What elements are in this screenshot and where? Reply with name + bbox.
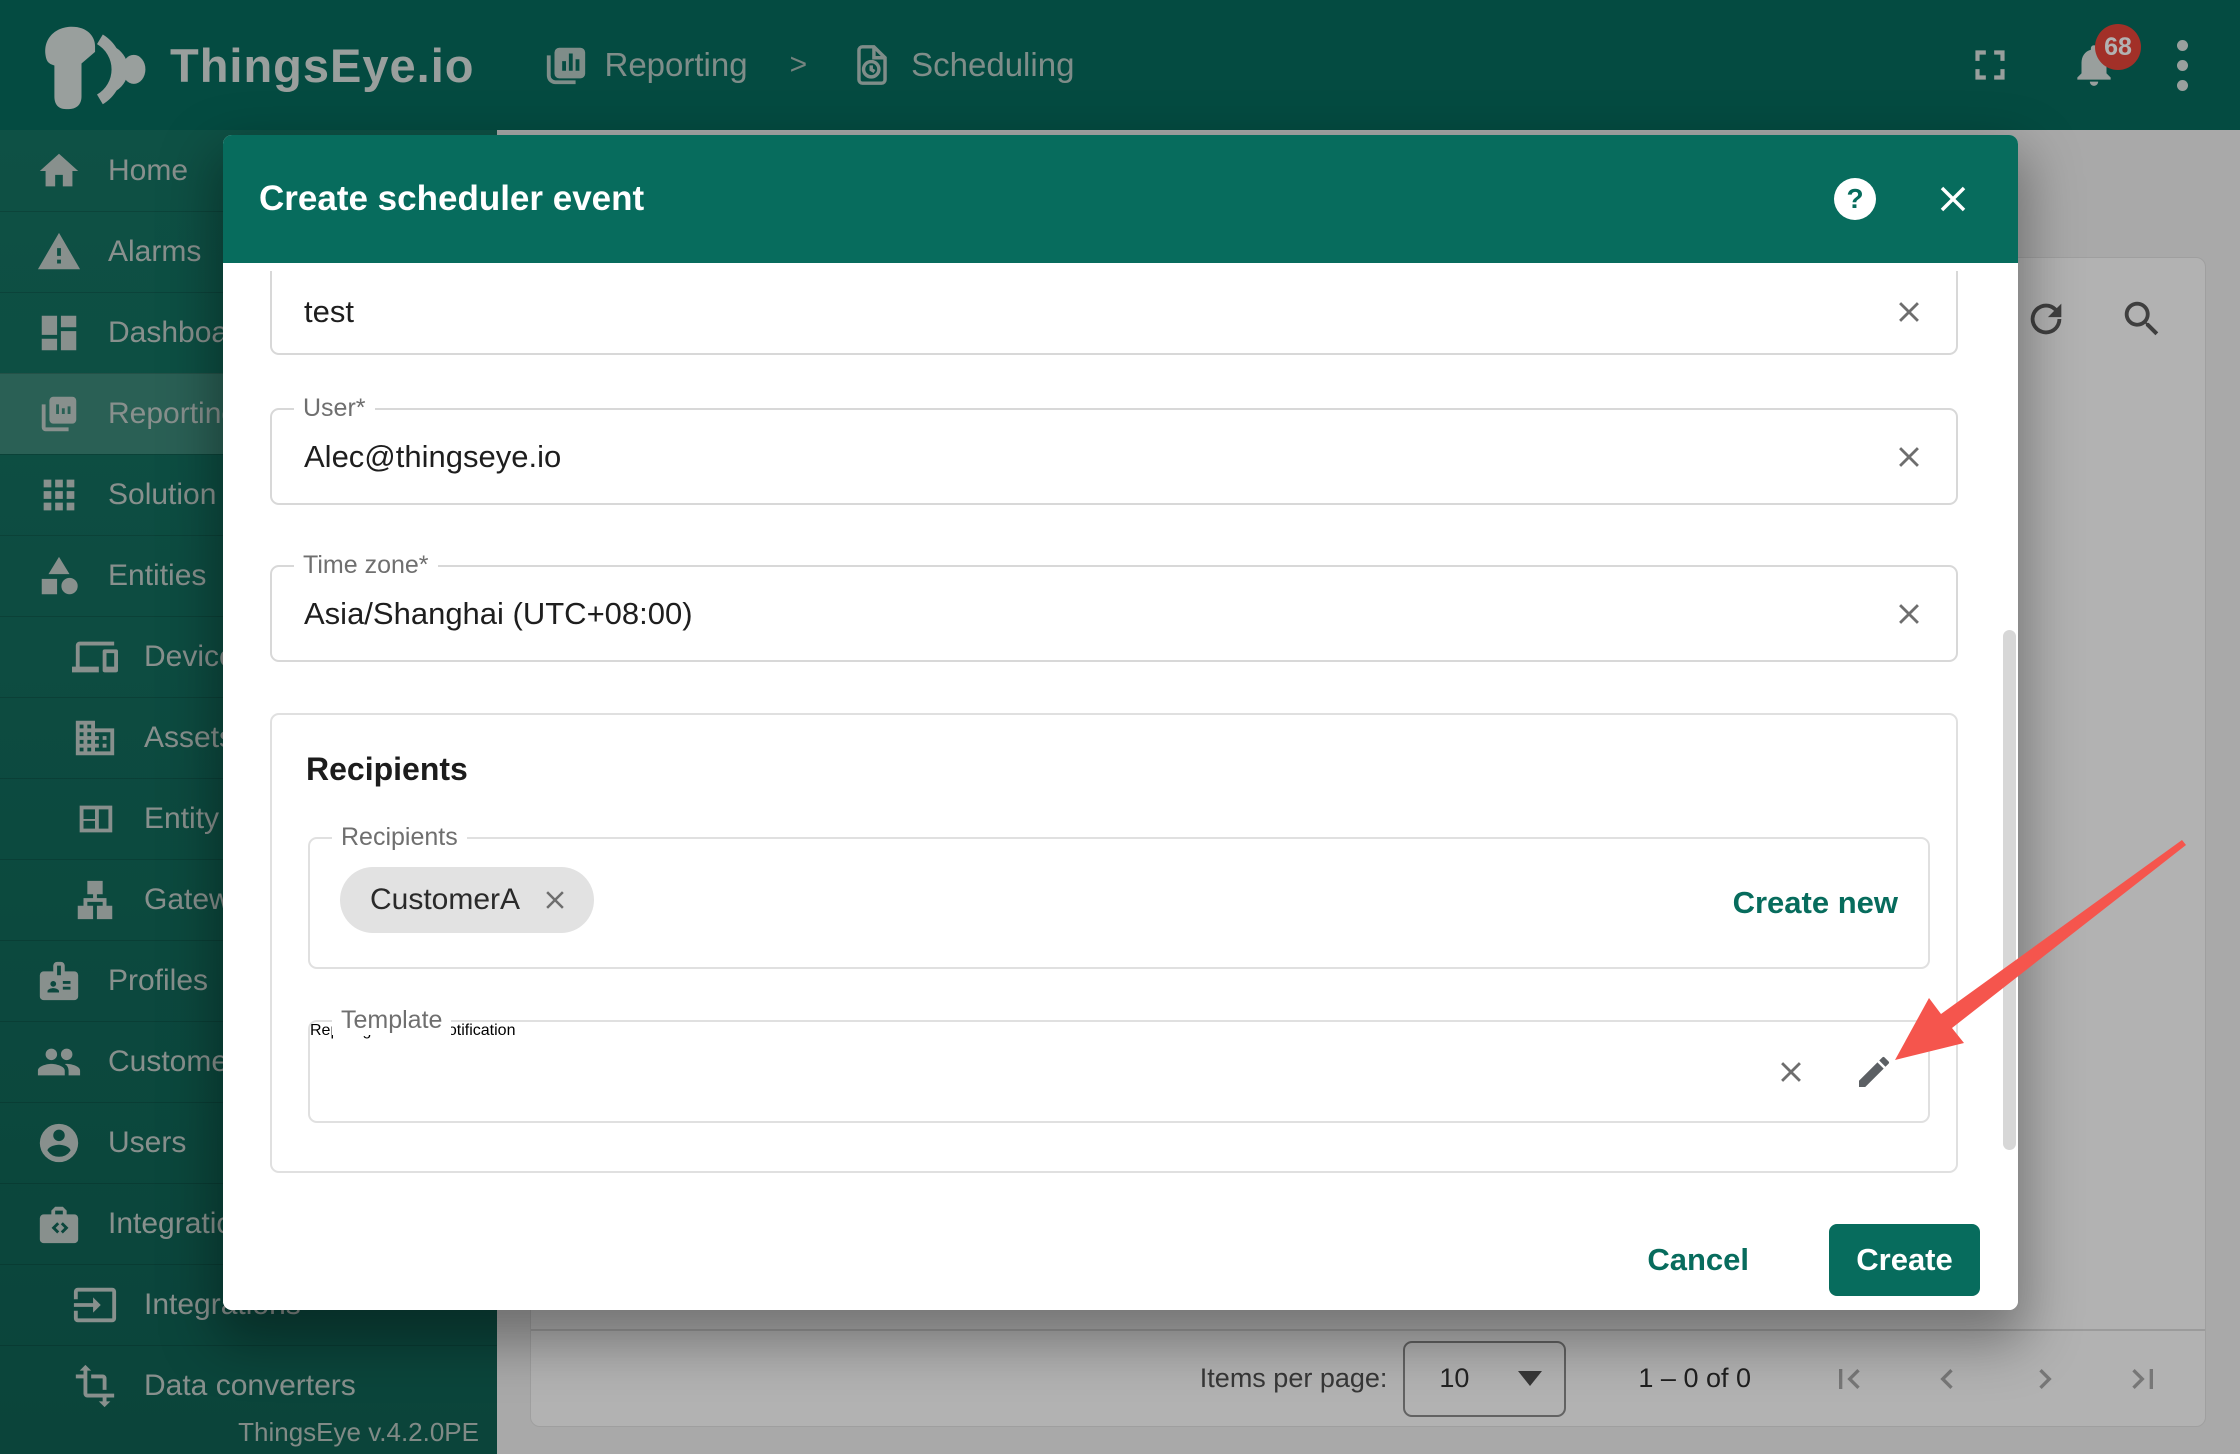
recipients-heading: Recipients [306,751,468,787]
recipients-field-label: Recipients [332,823,467,852]
create-button[interactable]: Create [1829,1224,1980,1296]
dialog-header: Create scheduler event ? [223,135,2018,263]
timezone-field-label: Time zone* [294,551,438,580]
template-field-label: Template [332,1006,452,1035]
name-field-value: test [304,294,354,329]
recipient-chip: CustomerA [340,867,595,933]
help-icon[interactable]: ? [1834,178,1876,220]
user-field-label: User* [294,394,375,423]
user-field-value: Alec@thingseye.io [304,438,562,474]
clear-icon[interactable] [1774,1055,1808,1089]
recipient-chip-label: CustomerA [370,883,521,916]
clear-icon[interactable] [1892,295,1926,329]
edit-pencil-icon[interactable] [1854,1052,1894,1092]
close-icon[interactable] [1932,178,1974,220]
recipients-field[interactable]: Recipients CustomerA Create new [308,823,1930,969]
dialog-title: Create scheduler event [259,179,645,218]
recipients-section: Recipients Recipients CustomerA Create n… [270,713,1958,1173]
timezone-field-value: Asia/Shanghai (UTC+08:00) [304,595,693,631]
timezone-field[interactable]: Time zone* Asia/Shanghai (UTC+08:00) [270,551,1958,662]
clear-icon[interactable] [1892,597,1926,631]
clear-icon[interactable] [1892,440,1926,474]
dialog-scrollbar[interactable] [2003,630,2016,1150]
user-field[interactable]: User* Alec@thingseye.io [270,394,1958,505]
chip-remove-icon[interactable] [540,885,570,915]
create-scheduler-event-dialog: Create scheduler event ? test User* Alec… [223,135,2018,1310]
create-new-link[interactable]: Create new [1733,885,1898,921]
name-field[interactable]: test [270,271,1958,355]
cancel-button[interactable]: Cancel [1625,1232,1771,1288]
dialog-body: test User* Alec@thingseye.io Time zone* … [223,263,2018,1210]
template-field[interactable]: Template Report generated notification [308,1006,1930,1123]
dialog-footer: Cancel Create [223,1210,2018,1310]
